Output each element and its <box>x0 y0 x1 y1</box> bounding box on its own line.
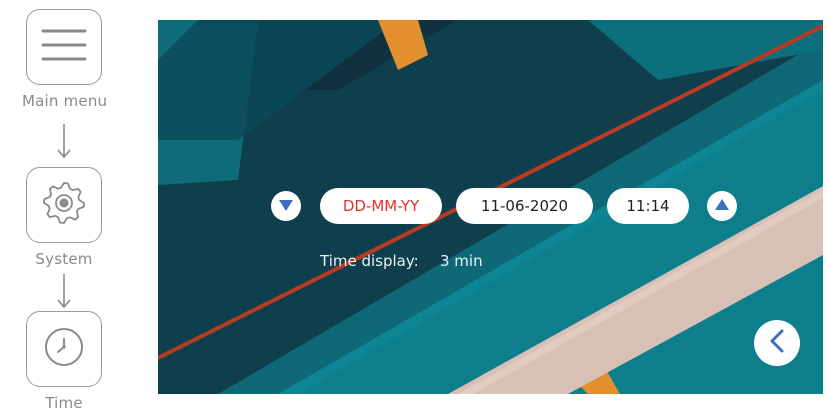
date-field[interactable]: 11-06-2020 <box>456 188 593 224</box>
arrow-down-icon <box>54 122 74 162</box>
time-display-label: Time display: <box>320 252 419 270</box>
chevron-left-icon <box>766 328 788 358</box>
decrease-button[interactable] <box>271 191 301 221</box>
flow-step-system: System <box>22 167 106 268</box>
main-menu-tile <box>26 9 102 85</box>
main-menu-label: Main menu <box>22 92 108 110</box>
time-display-value[interactable]: 3 min <box>440 252 483 270</box>
arrow-down-icon <box>54 272 74 312</box>
menu-icon <box>39 25 89 69</box>
date-format-field[interactable]: DD-MM-YY <box>320 188 442 224</box>
triangle-up-icon <box>714 197 730 216</box>
increase-button[interactable] <box>707 191 737 221</box>
flow-step-time: Time <box>22 311 106 411</box>
clock-icon <box>42 325 86 373</box>
flow-step-main-menu: Main menu <box>22 9 108 110</box>
page: Main menu System Time DD-MM-YY 11-06-202… <box>0 0 829 411</box>
time-label: Time <box>45 394 83 411</box>
device-screen: DD-MM-YY 11-06-2020 11:14 Time display: … <box>158 20 823 394</box>
gear-icon <box>40 179 88 231</box>
system-tile <box>26 167 102 243</box>
system-label: System <box>35 250 93 268</box>
triangle-down-icon <box>278 197 294 216</box>
back-button[interactable] <box>754 320 800 366</box>
time-tile <box>26 311 102 387</box>
time-field[interactable]: 11:14 <box>607 188 689 224</box>
